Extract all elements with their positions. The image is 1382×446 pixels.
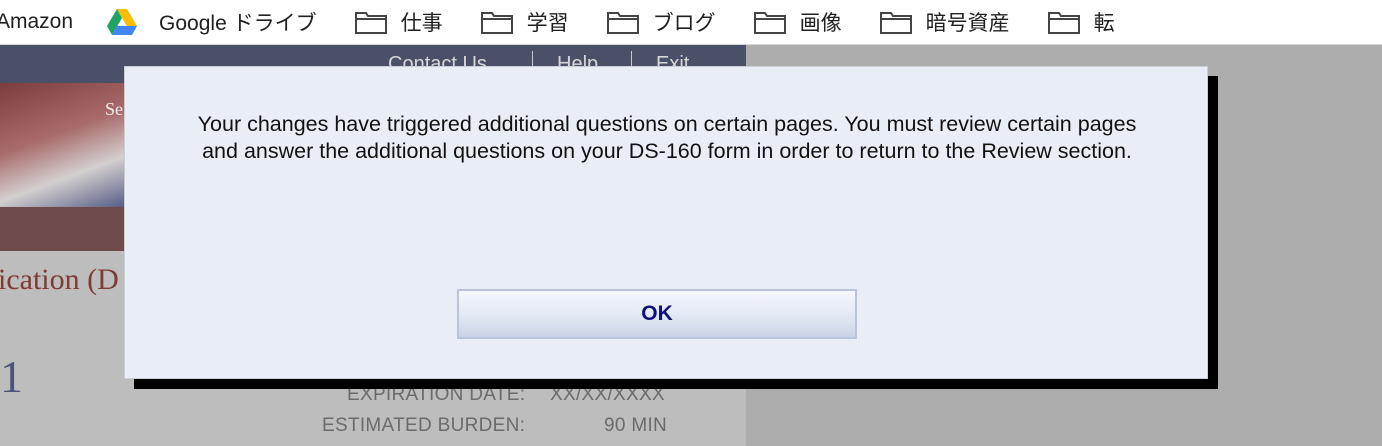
bookmark-folder-study[interactable]: 学習: [480, 7, 569, 37]
bookmark-label: 転: [1093, 12, 1115, 35]
alert-dialog: Your changes have triggered additional q…: [124, 66, 1208, 379]
folder-icon: [879, 12, 912, 34]
folder-icon: [606, 12, 639, 34]
folder-icon: [480, 12, 513, 34]
bookmark-label: ブログ: [652, 12, 716, 35]
folder-icon: [1047, 12, 1080, 34]
google-drive-icon: [107, 9, 138, 35]
banner-text: Se: [105, 99, 123, 119]
bookmark-label: Google ドライブ: [159, 12, 317, 35]
bookmarks-bar: Amazon Google ドライブ 仕事 学習 ブログ 画像 暗号資産 転: [0, 0, 1382, 45]
bookmark-amazon[interactable]: Amazon: [0, 10, 73, 34]
folder-icon: [753, 12, 786, 34]
burden-label: ESTIMATED BURDEN:: [322, 415, 526, 436]
ok-button[interactable]: OK: [457, 289, 857, 339]
folder-icon: [354, 12, 387, 34]
dialog-message: Your changes have triggered additional q…: [197, 112, 1137, 163]
bookmark-label: 学習: [526, 12, 569, 35]
bookmark-folder-ten[interactable]: 転: [1047, 7, 1115, 37]
bookmark-google-drive[interactable]: Google ドライブ: [107, 7, 317, 37]
bookmark-label: 仕事: [400, 12, 443, 35]
bookmark-folder-work[interactable]: 仕事: [354, 7, 443, 37]
form-number: 1: [0, 351, 23, 402]
bookmark-label: 画像: [799, 12, 842, 35]
bookmark-label: Amazon: [0, 10, 74, 33]
bookmark-folder-crypto[interactable]: 暗号資産: [879, 7, 1010, 37]
bookmark-folder-images[interactable]: 画像: [753, 7, 842, 37]
bookmark-folder-blog[interactable]: ブログ: [606, 7, 716, 37]
burden-value: 90 MIN: [604, 415, 668, 436]
bookmark-label: 暗号資産: [925, 12, 1010, 35]
application-title: ication (D: [0, 263, 119, 296]
